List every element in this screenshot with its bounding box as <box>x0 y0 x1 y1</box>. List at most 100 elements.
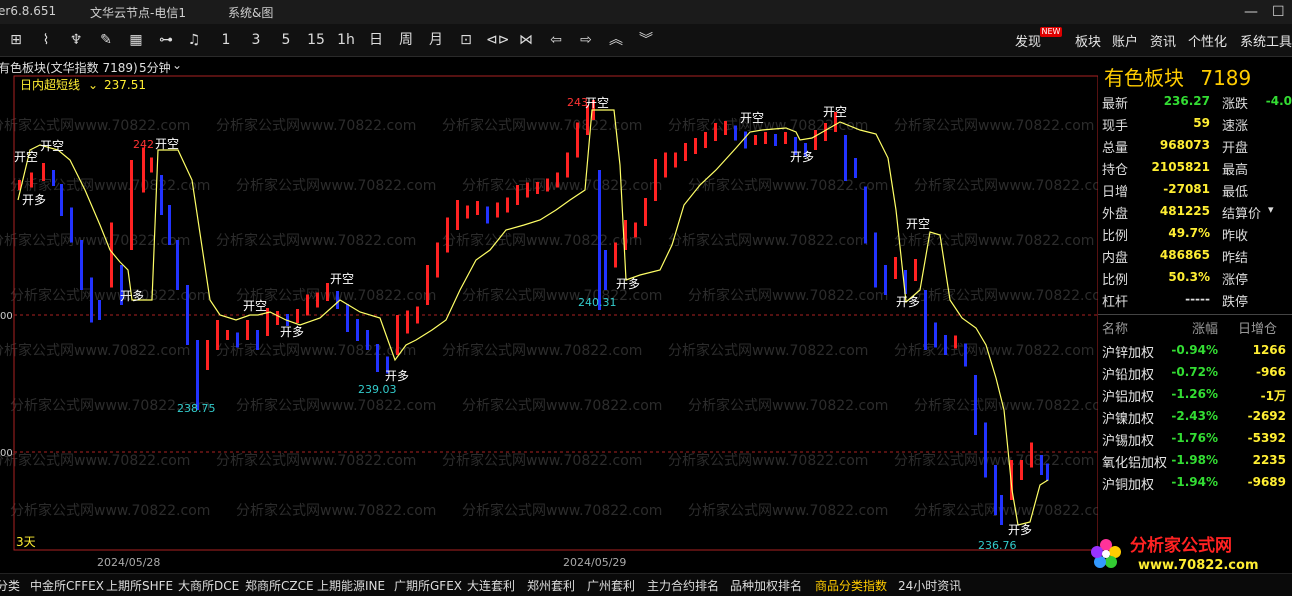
price-chart[interactable]: 分析家公式网www.70822.com 分析家公式网www.70822.com 分析… <box>0 0 1098 573</box>
candle <box>256 330 259 350</box>
candle <box>436 242 439 278</box>
candle <box>814 130 817 150</box>
quote-label-2: 最低 <box>1222 185 1249 200</box>
candle <box>598 170 601 310</box>
candle <box>206 340 209 370</box>
product-row[interactable]: 沪镍加权 -2.43% -2692 <box>1098 406 1292 428</box>
candle <box>964 343 967 367</box>
candle <box>984 422 987 478</box>
watermark-text: 分析家公式网www.70822.com <box>894 232 1094 249</box>
quote-label: 内盘 <box>1102 251 1129 266</box>
product-oi: -2692 <box>1247 409 1286 423</box>
product-row[interactable]: 沪铜加权 -1.94% -9689 <box>1098 472 1292 494</box>
col-change-header[interactable]: 涨幅 <box>1192 318 1218 337</box>
open-short-signal: 开空 <box>40 139 64 153</box>
quote-label: 外盘 <box>1102 207 1129 222</box>
quote-value: 486865 <box>1159 248 1210 262</box>
candle <box>168 205 171 245</box>
candle <box>604 250 607 290</box>
product-oi: 2235 <box>1252 453 1286 467</box>
candle <box>326 283 329 301</box>
watermark-text: 分析家公式网www.70822.com <box>10 287 210 304</box>
watermark-layer: 分析家公式网www.70822.com 分析家公式网www.70822.com 分析… <box>0 117 1098 519</box>
candle <box>186 285 189 345</box>
quote-label-2: 最高 <box>1222 163 1249 178</box>
open-short-signal: 开空 <box>155 137 179 151</box>
range-label: 3天 <box>16 535 36 549</box>
bottom-tab[interactable]: 主力合约排名 <box>647 577 719 594</box>
flower-icon <box>1091 539 1121 568</box>
candle <box>714 123 717 141</box>
quote-label: 现手 <box>1102 119 1129 134</box>
logo-url: www.70822.com <box>1138 558 1259 573</box>
product-row[interactable]: 沪铝加权 -1.26% -1万 <box>1098 384 1292 406</box>
candle <box>246 320 249 340</box>
product-name: 沪铝加权 <box>1102 390 1155 405</box>
candle <box>376 344 379 372</box>
y-tick-label: 00 <box>0 448 13 459</box>
candle <box>30 172 33 188</box>
watermark-text: 分析家公式网www.70822.com <box>668 452 868 469</box>
quote-row: 现手 59 速涨 <box>1098 113 1292 135</box>
candle <box>1000 495 1003 525</box>
candle <box>516 185 519 205</box>
product-row[interactable]: 沪铅加权 -0.72% -966 <box>1098 362 1292 384</box>
quote-label-2: 涨跌 <box>1222 97 1249 112</box>
bottom-tab[interactable]: 上期能源INE <box>317 577 385 594</box>
product-change: -1.76% <box>1171 431 1218 445</box>
watermark-text: 分析家公式网www.70822.com <box>914 287 1098 304</box>
candle <box>1020 460 1023 480</box>
bottom-tab[interactable]: 品种加权排名 <box>730 577 802 594</box>
product-row[interactable]: 沪锌加权 -0.94% 1266 <box>1098 340 1292 362</box>
indicator-name: 日内超短线 <box>20 77 80 92</box>
bottom-tab[interactable]: 24小时资讯 <box>898 577 961 594</box>
col-name-header[interactable]: 名称 <box>1102 318 1128 337</box>
bottom-tab[interactable]: 上期所SHFE <box>106 577 173 594</box>
minimize-icon[interactable]: — <box>1244 4 1258 20</box>
panel-title: 有色板块 7189 <box>1104 62 1251 91</box>
quote-label: 日增 <box>1102 185 1129 200</box>
bottom-tab[interactable]: 郑州套利 <box>527 577 575 594</box>
maximize-icon[interactable]: ☐ <box>1272 4 1285 20</box>
quote-value: -27081 <box>1163 182 1210 196</box>
product-row[interactable]: 氧化铝加权 -1.98% 2235 <box>1098 450 1292 472</box>
product-name: 沪镍加权 <box>1102 412 1155 427</box>
candle <box>486 206 489 224</box>
quote-value: 2105821 <box>1151 160 1210 174</box>
candle <box>644 198 647 226</box>
candle <box>160 175 163 215</box>
candle <box>276 311 279 325</box>
menu-account[interactable]: 账户 <box>1112 31 1138 50</box>
col-oi-header[interactable]: 日增仓 <box>1238 318 1277 337</box>
menu-news[interactable]: 资讯 <box>1150 31 1176 50</box>
settle-dropdown-icon[interactable]: ▾ <box>1268 203 1274 216</box>
bottom-tab[interactable]: 广期所GFEX <box>394 577 462 594</box>
candle <box>744 131 747 149</box>
product-change: -1.26% <box>1171 387 1218 401</box>
y-tick-label: 00 <box>0 311 13 322</box>
watermark-text: 分析家公式网www.70822.com <box>462 502 662 519</box>
product-name: 沪锡加权 <box>1102 434 1155 449</box>
bottom-tab[interactable]: 大商所DCE <box>178 577 239 594</box>
product-row[interactable]: 沪锡加权 -1.76% -5392 <box>1098 428 1292 450</box>
watermark-text: 分析家公式网www.70822.com <box>442 342 642 359</box>
bottom-tab[interactable]: 商品分类指数 <box>815 577 887 594</box>
quote-value: ----- <box>1185 292 1210 306</box>
bottom-tab[interactable]: 分类 <box>0 577 20 594</box>
candle <box>426 265 429 305</box>
bottom-tab[interactable]: 郑商所CZCE <box>245 577 314 594</box>
candle <box>196 340 199 410</box>
watermark-text: 分析家公式网www.70822.com <box>236 177 436 194</box>
bottom-tab[interactable]: 广州套利 <box>587 577 635 594</box>
menu-personalize[interactable]: 个性化 <box>1188 31 1227 50</box>
bottom-tab[interactable]: 大连套利 <box>467 577 515 594</box>
quote-label: 比例 <box>1102 273 1129 288</box>
watermark-text: 分析家公式网www.70822.com <box>442 452 642 469</box>
bottom-tab[interactable]: 中金所CFFEX <box>30 577 104 594</box>
logo-text: 分析家公式网 <box>1130 535 1232 556</box>
candle <box>476 201 479 215</box>
menu-system-tools[interactable]: 系统工具 <box>1240 31 1292 50</box>
candle <box>764 132 767 144</box>
quote-row: 日增 -27081 最低 <box>1098 179 1292 201</box>
watermark-text: 分析家公式网www.70822.com <box>10 177 210 194</box>
